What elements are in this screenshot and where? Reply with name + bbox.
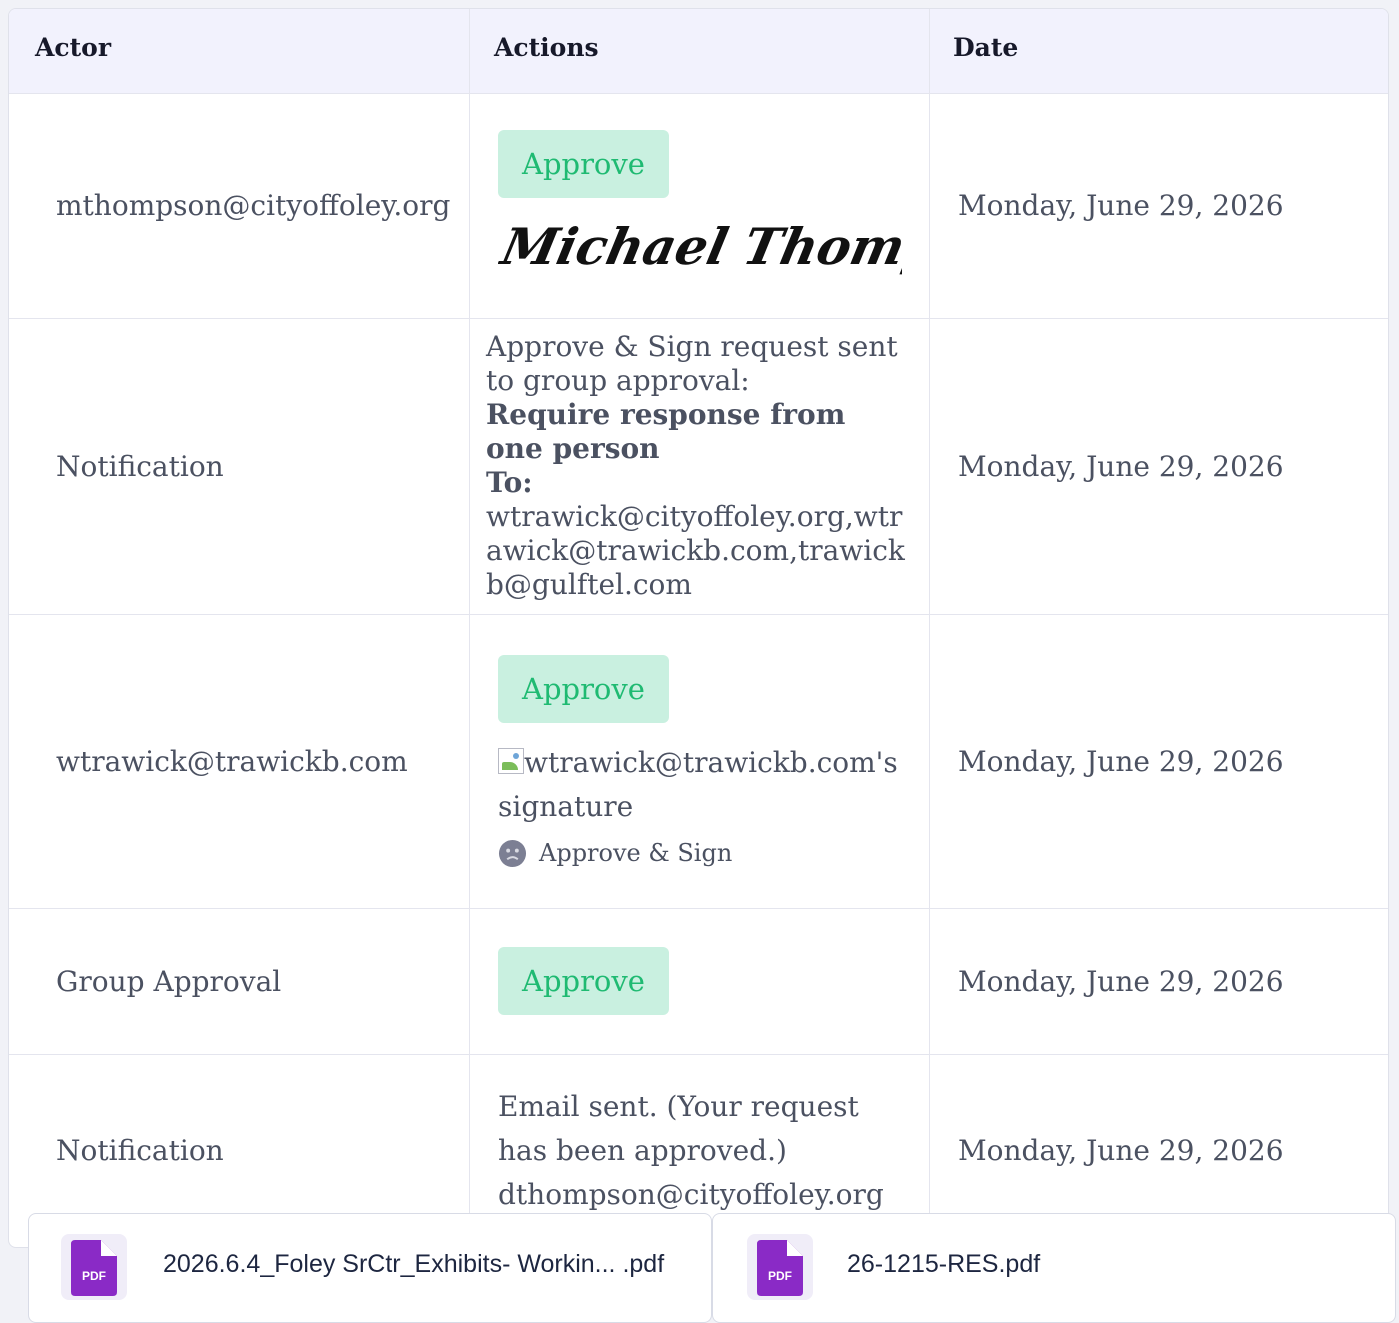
notification-intro: Approve & Sign request sent to group app… xyxy=(486,330,898,397)
to-label: To: xyxy=(486,466,533,499)
column-header-actions: Actions xyxy=(494,33,599,62)
actions-cell: Approve Michael Thompson xyxy=(470,93,930,318)
email-notification-text: Email sent. (Your request has been appro… xyxy=(498,1085,908,1217)
table-row: mthompson@cityoffoley.org Approve Michae… xyxy=(9,93,1388,319)
column-header-actor: Actor xyxy=(35,33,112,62)
actor-cell: wtrawick@trawickb.com xyxy=(56,744,408,778)
notification-text: Approve & Sign request sent to group app… xyxy=(486,330,911,602)
sub-action-label: Approve & Sign xyxy=(539,839,733,867)
sad-face-icon xyxy=(498,839,527,867)
email-status: Email sent. (Your request has been appro… xyxy=(498,1090,859,1167)
approve-status-badge: Approve xyxy=(498,129,669,198)
svg-text:Michael Thompson: Michael Thompson xyxy=(498,217,902,275)
attachment-filename[interactable]: 2026.6.4_Foley SrCtr_Exhibits- Workin...… xyxy=(163,1214,664,1314)
svg-text:PDF: PDF xyxy=(82,1269,106,1283)
date-cell: Monday, June 29, 2026 xyxy=(958,744,1284,778)
email-recipient: dthompson@cityoffoley.org xyxy=(498,1178,884,1211)
signature-image: Michael Thompson xyxy=(498,217,902,275)
broken-image-icon xyxy=(498,747,524,774)
date-cell: Monday, June 29, 2026 xyxy=(958,964,1284,998)
actor-cell: Group Approval xyxy=(56,964,282,998)
date-cell: Monday, June 29, 2026 xyxy=(958,189,1284,222)
pdf-file-icon: PDF xyxy=(747,1234,813,1300)
sub-action-row: Approve & Sign xyxy=(498,839,732,868)
date-cell: Monday, June 29, 2026 xyxy=(958,449,1284,483)
actor-cell: Notification xyxy=(56,449,224,483)
attachment-card[interactable]: PDF 26-1215-RES.pdf xyxy=(712,1213,1396,1323)
pdf-file-icon: PDF xyxy=(61,1234,127,1300)
svg-text:PDF: PDF xyxy=(768,1269,792,1283)
signature-alt-text: wtrawick@trawickb.com's signature xyxy=(498,745,898,823)
recipient-list: wtrawick@cityoffoley.org,wtrawick@trawic… xyxy=(486,500,905,601)
table-row: Notification Approve & Sign request sent… xyxy=(9,318,1388,615)
table-header: Actor Actions Date xyxy=(9,9,1388,94)
table-row: Group Approval Approve Monday, June 29, … xyxy=(9,908,1388,1055)
approve-status-badge: Approve xyxy=(498,654,669,723)
actions-cell: Approve xyxy=(470,908,930,1054)
actions-cell: Approve & Sign request sent to group app… xyxy=(470,318,930,614)
attachment-card[interactable]: PDF 2026.6.4_Foley SrCtr_Exhibits- Worki… xyxy=(28,1213,712,1323)
actor-cell: mthompson@cityoffoley.org xyxy=(56,189,451,222)
notification-requirement: Require response from one person xyxy=(486,398,846,465)
broken-signature-image: wtrawick@trawickb.com's signature xyxy=(498,741,898,829)
attachment-filename[interactable]: 26-1215-RES.pdf xyxy=(847,1214,1040,1314)
actions-cell: Approve wtrawick@trawickb.com's signatur… xyxy=(470,614,930,908)
table-row: wtrawick@trawickb.com Approve wtrawick@t… xyxy=(9,614,1388,909)
column-header-date: Date xyxy=(953,33,1019,62)
approve-status-badge: Approve xyxy=(498,947,669,1015)
audit-trail-table: Actor Actions Date mthompson@cityoffoley… xyxy=(8,8,1389,1248)
